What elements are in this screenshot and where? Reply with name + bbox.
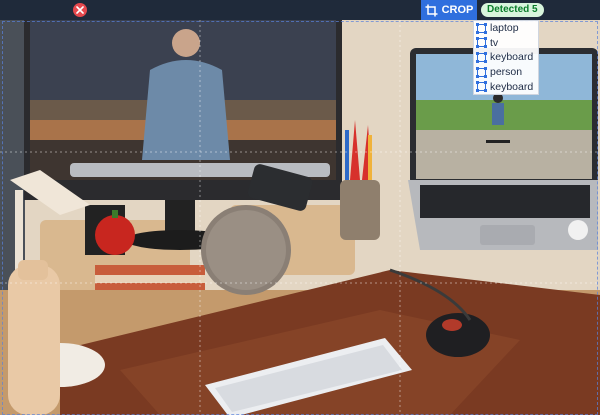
crop-button-label: CROP: [441, 4, 474, 16]
top-toolbar: CROP Detected 5: [0, 0, 600, 20]
detection-label: keyboard: [490, 80, 534, 93]
detection-label: person: [490, 66, 523, 79]
detection-item-person[interactable]: person: [474, 65, 538, 80]
detected-count-badge: Detected 5: [481, 3, 544, 17]
detection-item-tv[interactable]: tv: [474, 36, 538, 51]
bounding-box-icon: [476, 22, 487, 34]
detection-label: keyboard: [490, 51, 534, 64]
detection-list: laptop tv keyboard person keyboard: [473, 20, 539, 95]
crop-button[interactable]: CROP: [421, 0, 477, 20]
detection-item-laptop[interactable]: laptop: [474, 21, 538, 36]
bounding-box-icon: [476, 66, 487, 78]
crop-icon: [425, 4, 438, 16]
close-icon: [76, 6, 84, 14]
bounding-box-icon: [476, 51, 487, 63]
detection-item-keyboard[interactable]: keyboard: [474, 50, 538, 65]
detection-label: tv: [490, 36, 499, 49]
bounding-box-icon: [476, 37, 487, 49]
detection-item-keyboard[interactable]: keyboard: [474, 79, 538, 94]
detection-label: laptop: [490, 22, 519, 35]
bounding-box-icon: [476, 81, 487, 93]
close-button[interactable]: [73, 3, 87, 17]
